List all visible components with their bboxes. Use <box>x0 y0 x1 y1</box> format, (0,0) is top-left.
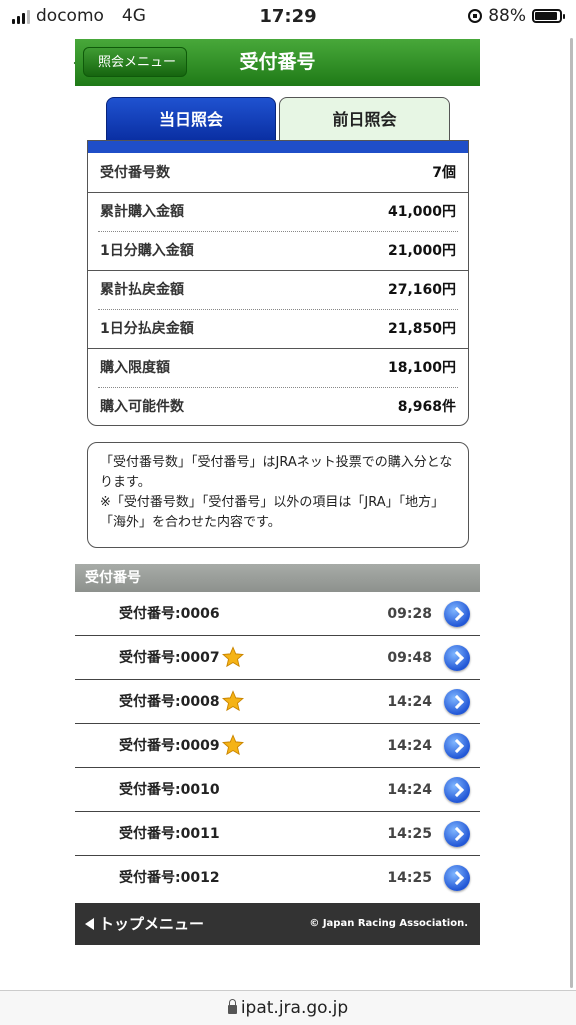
chevron-right-icon[interactable] <box>444 645 470 671</box>
list-header: 受付番号 <box>75 564 480 592</box>
tab-previous-day[interactable]: 前日照会 <box>279 97 450 141</box>
note-line: ※「受付番号数」「受付番号」以外の項目は「JRA」「地方」「海外」を合わせた内容… <box>100 495 445 530</box>
summary-label: 受付番号数 <box>100 165 170 181</box>
receipt-time: 14:25 <box>387 826 432 842</box>
summary-row-available: 購入可能件数 8,968件 <box>88 388 468 425</box>
info-note: 「受付番号数」「受付番号」はJRAネット投票での購入分となります。 ※「受付番号… <box>87 442 469 548</box>
summary-row-daily-purchase: 1日分購入金額 21,000円 <box>88 232 468 270</box>
status-right: 88% <box>468 6 565 26</box>
summary-row-total-purchase: 累計購入金額 41,000円 <box>88 193 468 231</box>
chevron-right-icon[interactable] <box>444 601 470 627</box>
tab-today[interactable]: 当日照会 <box>106 97 276 141</box>
summary-row-limit: 購入限度額 18,100円 <box>88 349 468 387</box>
scrollbar[interactable] <box>570 38 573 988</box>
summary-row-total-payout: 累計払戻金額 27,160円 <box>88 271 468 309</box>
footer-bar: トップメニュー © Japan Racing Association. <box>75 903 480 945</box>
receipt-time: 14:25 <box>387 870 432 886</box>
chevron-right-icon[interactable] <box>444 733 470 759</box>
lock-icon <box>227 999 237 1014</box>
receipt-number: 受付番号:0010 <box>119 782 220 798</box>
address-bar[interactable]: ipat.jra.go.jp <box>0 990 576 1025</box>
chevron-right-icon[interactable] <box>444 689 470 715</box>
receipt-time: 14:24 <box>387 694 432 710</box>
summary-value: 7個 <box>432 165 456 181</box>
summary-value: 18,100円 <box>387 360 456 376</box>
list-item[interactable]: 受付番号:0008 14:24 <box>75 680 480 724</box>
summary-label: 累計払戻金額 <box>100 282 184 298</box>
summary-panel: 受付番号数 7個 累計購入金額 41,000円 1日分購入金額 21,000円 … <box>87 140 469 426</box>
summary-row-daily-payout: 1日分払戻金額 21,850円 <box>88 310 468 348</box>
summary-label: 購入限度額 <box>100 360 170 376</box>
summary-label: 購入可能件数 <box>100 399 184 415</box>
top-menu-link[interactable]: トップメニュー <box>85 903 204 945</box>
battery-icon <box>532 9 565 23</box>
receipt-number: 受付番号:0011 <box>119 826 220 842</box>
summary-value: 27,160円 <box>387 282 456 298</box>
chevron-right-icon[interactable] <box>444 821 470 847</box>
receipt-number: 受付番号:0007 <box>119 650 220 666</box>
summary-label: 1日分払戻金額 <box>100 321 194 337</box>
summary-value: 21,000円 <box>387 243 456 259</box>
summary-row-count: 受付番号数 7個 <box>88 154 468 192</box>
back-button[interactable]: 照会メニュー <box>83 47 188 77</box>
star-icon <box>222 734 244 756</box>
summary-label: 累計購入金額 <box>100 204 184 220</box>
receipt-number: 受付番号:0008 <box>119 694 220 710</box>
summary-label: 1日分購入金額 <box>100 243 194 259</box>
battery-percent: 88% <box>488 6 526 26</box>
list-item[interactable]: 受付番号:0006 09:28 <box>75 592 480 636</box>
receipt-time: 09:48 <box>387 650 432 666</box>
chevron-right-icon[interactable] <box>444 865 470 891</box>
list-item[interactable]: 受付番号:0012 14:25 <box>75 856 480 900</box>
status-bar: docomo 4G 17:29 88% <box>0 0 576 34</box>
receipt-time: 14:24 <box>387 782 432 798</box>
list-item[interactable]: 受付番号:0007 09:48 <box>75 636 480 680</box>
summary-value: 41,000円 <box>387 204 456 220</box>
list-item[interactable]: 受付番号:0009 14:24 <box>75 724 480 768</box>
list-item[interactable]: 受付番号:0011 14:25 <box>75 812 480 856</box>
chevron-right-icon[interactable] <box>444 777 470 803</box>
star-icon <box>222 646 244 668</box>
url-text: ipat.jra.go.jp <box>240 998 349 1018</box>
star-icon <box>222 690 244 712</box>
tab-underline <box>88 141 468 153</box>
copyright: © Japan Racing Association. <box>309 918 468 929</box>
receipt-time: 09:28 <box>387 606 432 622</box>
receipt-time: 14:24 <box>387 738 432 754</box>
orientation-lock-icon <box>468 9 483 23</box>
summary-value: 8,968件 <box>397 399 456 415</box>
receipt-number: 受付番号:0006 <box>119 606 220 622</box>
receipt-number: 受付番号:0009 <box>119 738 220 754</box>
summary-value: 21,850円 <box>387 321 456 337</box>
page-header: 受付番号 照会メニュー <box>75 39 480 86</box>
list-item[interactable]: 受付番号:0010 14:24 <box>75 768 480 812</box>
receipt-number: 受付番号:0012 <box>119 870 220 886</box>
note-line: 「受付番号数」「受付番号」はJRAネット投票での購入分となります。 <box>100 455 453 490</box>
